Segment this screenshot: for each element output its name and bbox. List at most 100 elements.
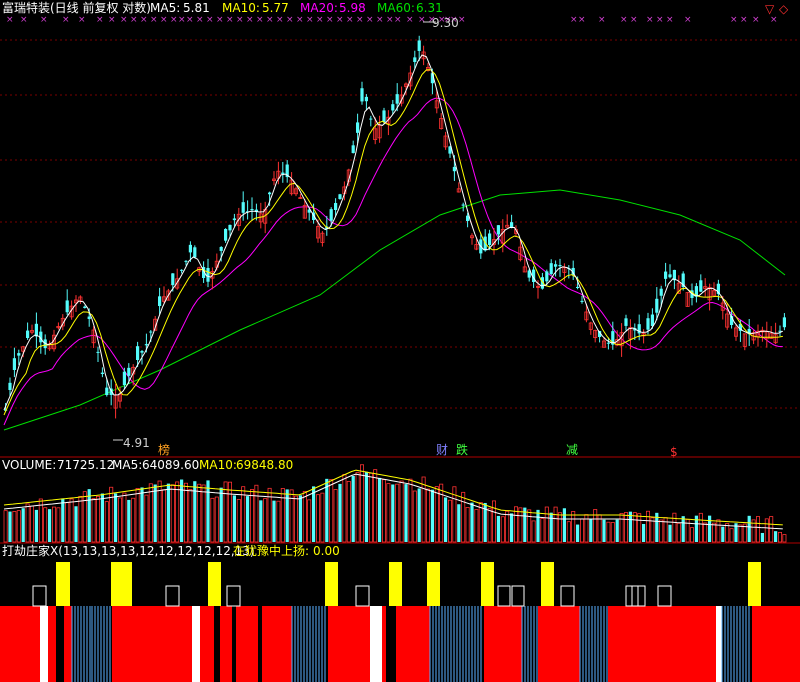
- diamond-icon[interactable]: ◇: [779, 2, 789, 16]
- marker-x-icon: ×: [418, 15, 426, 25]
- volume-bar: [276, 500, 281, 543]
- volume-bar: [254, 484, 259, 543]
- candle-body: [83, 306, 87, 308]
- candle-body: [329, 209, 333, 221]
- indicator-white: [40, 606, 48, 682]
- indicator-white: [370, 606, 382, 682]
- event-label[interactable]: 财: [436, 443, 448, 457]
- volume-bar: [708, 515, 712, 542]
- volume-bar: [478, 502, 483, 543]
- volume-bar: [25, 503, 30, 543]
- marker-x-icon: ×: [326, 15, 334, 25]
- volume-bar: [193, 481, 197, 542]
- candle-body: [558, 265, 562, 267]
- candle-body: [180, 269, 184, 271]
- volume-bar: [227, 481, 232, 543]
- volume-bar: [91, 498, 96, 543]
- volume-bar: [346, 480, 351, 543]
- volume-bar: [491, 500, 496, 543]
- volume-bar: [148, 483, 153, 543]
- volume-bar: [118, 497, 123, 543]
- event-label[interactable]: 榜: [158, 442, 170, 457]
- volume-bar: [663, 517, 668, 543]
- volume-bar: [201, 484, 206, 543]
- volume-bar: [329, 479, 334, 543]
- indicator-yellow: [427, 562, 440, 606]
- indicator-yellow: [481, 562, 494, 606]
- volume-bar: [263, 498, 268, 543]
- indicator-gap: [56, 606, 64, 682]
- candle-body: [268, 192, 272, 195]
- candle-body: [659, 288, 663, 296]
- volume-bar: [760, 532, 764, 542]
- candle-body: [655, 298, 659, 313]
- volume-bar: [408, 478, 413, 543]
- ma5-value: 5.81: [183, 1, 210, 15]
- marker-x-icon: ×: [646, 15, 654, 25]
- stock-chart[interactable]: × × × × × × × × × × × × × × × × × × × × × × × × × × × × × × × × × × × × × × × ×…: [0, 0, 800, 682]
- marker-x-icon: ×: [366, 15, 374, 25]
- volume-label: VOLUME:: [2, 458, 56, 472]
- marker-x-icon: ×: [170, 15, 178, 25]
- ma20-line: [3, 97, 783, 426]
- marker-x-icon: ×: [236, 15, 244, 25]
- volume-bar: [16, 510, 21, 543]
- volume-bar: [368, 472, 373, 543]
- volume-bar: [637, 513, 642, 543]
- marker-x-icon: ×: [150, 15, 158, 25]
- volume-bar: [610, 522, 615, 543]
- candle-body: [413, 57, 417, 62]
- volume-bar: [668, 524, 672, 542]
- volume-bar: [153, 484, 157, 542]
- marker-x-icon: ×: [656, 15, 664, 25]
- candle-body: [219, 246, 223, 251]
- ma5-label: MA5:: [150, 1, 180, 15]
- marker-x-icon: ×: [108, 15, 116, 25]
- volume-bar: [386, 483, 391, 543]
- candle-body: [34, 323, 38, 337]
- volume-bar: [659, 519, 664, 543]
- volume-bar: [135, 487, 140, 543]
- marker-x-icon: ×: [256, 15, 264, 25]
- event-label[interactable]: $: [670, 445, 678, 459]
- volume-bar: [412, 490, 417, 543]
- ma10-label: MA10:: [222, 1, 260, 15]
- marker-x-icon: ×: [196, 15, 204, 25]
- volume-bar: [52, 506, 57, 543]
- indicator-base: [0, 606, 800, 682]
- ma20-path: [3, 97, 783, 426]
- volume-bar: [632, 512, 637, 543]
- volume-bar: [434, 486, 439, 543]
- candle-body: [668, 274, 672, 278]
- volume-bar: [197, 483, 202, 543]
- event-label[interactable]: 跌: [456, 442, 468, 457]
- volume-bar: [249, 489, 254, 543]
- marker-x-icon: ×: [120, 15, 128, 25]
- candle-body: [149, 331, 153, 333]
- candle-body: [105, 387, 109, 395]
- volume-bar: [624, 512, 629, 543]
- vol-ma10-label: MA10:: [199, 458, 237, 472]
- volume-bar: [774, 531, 778, 542]
- volume-bar: [646, 510, 651, 543]
- candle-body: [184, 260, 188, 262]
- marker-x-icon: ×: [740, 15, 748, 25]
- volume-bar: [289, 489, 294, 543]
- volume-bar: [782, 534, 787, 543]
- volume-bar: [364, 471, 368, 542]
- candle-body: [369, 118, 373, 120]
- marker-x-icon: ×: [306, 15, 314, 25]
- candle-body: [510, 222, 514, 228]
- volume-bar: [725, 523, 730, 543]
- candlesticks: [4, 35, 786, 419]
- volume-bar: [470, 502, 474, 542]
- volume-bar: [114, 493, 118, 542]
- volume-bar: [34, 509, 38, 542]
- volume-bar: [183, 482, 188, 543]
- up-arrow-icon[interactable]: ▽: [765, 2, 775, 16]
- indicator-yellow: [389, 562, 402, 606]
- event-label[interactable]: 减: [566, 443, 578, 457]
- candle-body: [158, 296, 162, 306]
- ma60-value: 6.31: [416, 1, 443, 15]
- indicator-hollow-box: [355, 585, 370, 607]
